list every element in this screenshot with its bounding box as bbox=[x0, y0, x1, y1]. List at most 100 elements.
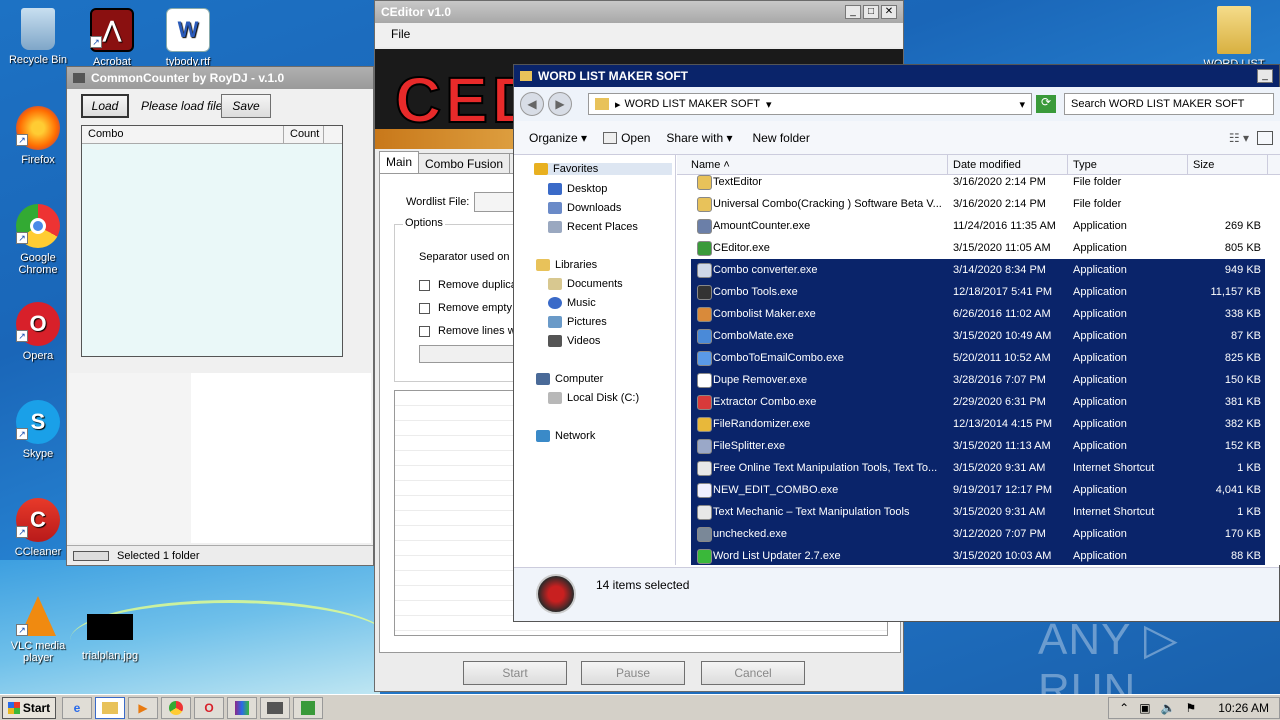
column-size[interactable]: Size bbox=[1193, 159, 1214, 171]
file-row[interactable]: Extractor Combo.exe 2/29/2020 6:31 PM Appl… bbox=[691, 391, 1265, 413]
file-row[interactable]: Free Online Text Manipulation Tools, Tex… bbox=[691, 457, 1265, 479]
tab-main[interactable]: Main bbox=[379, 151, 420, 175]
file-row[interactable]: AmountCounter.exe 11/24/2016 11:35 AM Appl… bbox=[677, 215, 1280, 237]
desktop-icon-word-list[interactable]: WORD LIST bbox=[1196, 6, 1272, 70]
file-row[interactable]: Text Mechanic – Text Manipulation Tools 3… bbox=[691, 501, 1265, 523]
desktop-icon-acrobat[interactable]: ⋀ ↗ Acrobat bbox=[74, 8, 150, 68]
pause-button[interactable]: Pause bbox=[581, 661, 685, 685]
address-history-icon[interactable]: ▾ bbox=[1019, 98, 1025, 111]
remove-lines-checkbox[interactable]: Remove lines w bbox=[419, 325, 516, 337]
cancel-button[interactable]: Cancel bbox=[701, 661, 805, 685]
nav-network[interactable]: Network bbox=[536, 430, 595, 442]
column-type[interactable]: Type bbox=[1073, 159, 1097, 171]
volume-icon[interactable]: 🔈 bbox=[1161, 701, 1176, 715]
desktop-icon-firefox[interactable]: ↗ Firefox bbox=[0, 106, 76, 166]
commoncounter-titlebar[interactable]: CommonCounter by RoyDJ - v.1.0 bbox=[67, 67, 373, 89]
load-button[interactable]: Load bbox=[81, 94, 129, 118]
desktop-icon-skype[interactable]: S ↗ Skype bbox=[0, 400, 76, 460]
file-row[interactable]: FileSplitter.exe 3/15/2020 11:13 AM Applic… bbox=[691, 435, 1265, 457]
desktop-icon-recycle-bin[interactable]: Recycle Bin bbox=[0, 8, 76, 66]
save-button[interactable]: Save bbox=[221, 94, 271, 118]
network-tray-icon[interactable]: ▣ bbox=[1139, 701, 1150, 715]
column-date[interactable]: Date modified bbox=[953, 159, 1021, 171]
taskbar-winrar-icon[interactable] bbox=[227, 696, 257, 719]
taskbar-explorer-icon[interactable] bbox=[95, 696, 125, 719]
file-row[interactable]: Combolist Maker.exe 6/26/2016 11:02 AM App… bbox=[691, 303, 1265, 325]
refresh-icon[interactable]: ⟳ bbox=[1036, 95, 1056, 113]
file-row[interactable]: Dupe Remover.exe 3/28/2016 7:07 PM Applica… bbox=[691, 369, 1265, 391]
file-row[interactable]: NEW_EDIT_COMBO.exe 9/19/2017 12:17 PM Appl… bbox=[691, 479, 1265, 501]
remove-empty-checkbox[interactable]: Remove empty bbox=[419, 302, 512, 314]
taskbar-commoncounter-icon[interactable] bbox=[260, 696, 290, 719]
new-folder-button[interactable]: New folder bbox=[752, 131, 809, 145]
nav-recent-places[interactable]: Recent Places bbox=[548, 221, 638, 233]
nav-documents[interactable]: Documents bbox=[548, 278, 623, 290]
search-input[interactable]: Search WORD LIST MAKER SOFT bbox=[1064, 93, 1274, 115]
file-row[interactable]: ComboToEmailCombo.exe 5/20/2011 10:52 AM A… bbox=[691, 347, 1265, 369]
start-button[interactable]: Start bbox=[463, 661, 567, 685]
desktop-icon-opera[interactable]: O ↗ Opera bbox=[0, 302, 76, 362]
file-row[interactable]: unchecked.exe 3/12/2020 7:07 PM Applicatio… bbox=[691, 523, 1265, 545]
back-button[interactable]: ◀ bbox=[520, 92, 544, 116]
column-count[interactable]: Count bbox=[284, 126, 324, 143]
file-row[interactable]: Combo converter.exe 3/14/2020 8:34 PM Appl… bbox=[691, 259, 1265, 281]
nav-pictures[interactable]: Pictures bbox=[548, 316, 607, 328]
taskbar-ie-icon[interactable]: e bbox=[62, 696, 92, 719]
desktop-icon-chrome[interactable]: ↗ Google Chrome bbox=[0, 204, 76, 276]
desktop-icon-vlc[interactable]: ↗ VLC media player bbox=[0, 596, 76, 664]
remove-duplicates-checkbox[interactable]: Remove duplica bbox=[419, 279, 517, 291]
view-options-icon[interactable]: ☷ ▾ bbox=[1229, 131, 1249, 145]
desktop-icon-tybody[interactable]: W tybody.rtf bbox=[150, 8, 226, 68]
file-date: 3/16/2020 2:14 PM bbox=[953, 198, 1046, 210]
file-row[interactable]: Universal Combo(Cracking ) Software Beta… bbox=[677, 193, 1280, 215]
ceditor-titlebar[interactable]: CEditor v1.0 _ □ ✕ bbox=[375, 1, 903, 23]
file-type: Application bbox=[1073, 330, 1127, 342]
tray-expand-icon[interactable]: ⌃ bbox=[1119, 701, 1129, 715]
tab-combo-fusion[interactable]: Combo Fusion bbox=[419, 153, 511, 175]
flag-icon[interactable]: ⚑ bbox=[1186, 701, 1197, 715]
file-size: 87 KB bbox=[1231, 330, 1261, 342]
file-row[interactable]: CEditor.exe 3/15/2020 11:05 AM Application… bbox=[677, 237, 1280, 259]
minimize-button[interactable]: _ bbox=[1257, 69, 1273, 83]
file-type: Application bbox=[1073, 550, 1127, 562]
maximize-button[interactable]: □ bbox=[863, 5, 879, 19]
nav-desktop[interactable]: Desktop bbox=[548, 183, 607, 195]
desktop-icon-ccleaner[interactable]: C ↗ CCleaner bbox=[0, 498, 76, 558]
minimize-button[interactable]: _ bbox=[845, 5, 861, 19]
nav-libraries[interactable]: Libraries bbox=[536, 259, 597, 271]
preview-pane-icon[interactable] bbox=[1257, 130, 1273, 145]
taskbar-media-player-icon[interactable]: ▶ bbox=[128, 696, 158, 719]
forward-button[interactable]: ▶ bbox=[548, 92, 572, 116]
menu-file[interactable]: File bbox=[391, 27, 410, 41]
nav-downloads[interactable]: Downloads bbox=[548, 202, 621, 214]
open-button[interactable]: Open bbox=[603, 131, 650, 145]
explorer-titlebar[interactable]: WORD LIST MAKER SOFT _ bbox=[514, 65, 1279, 87]
taskbar-chrome-icon[interactable] bbox=[161, 696, 191, 719]
share-with-menu[interactable]: Share with ▾ bbox=[666, 131, 732, 145]
nav-music[interactable]: Music bbox=[548, 297, 596, 309]
nav-local-disk[interactable]: Local Disk (C:) bbox=[548, 392, 639, 404]
file-row[interactable]: Word List Updater 2.7.exe 3/15/2020 10:03… bbox=[691, 545, 1265, 565]
nav-videos[interactable]: Videos bbox=[548, 335, 600, 347]
start-button[interactable]: Start bbox=[2, 696, 56, 719]
options-progress-field[interactable] bbox=[419, 345, 519, 363]
column-combo[interactable]: Combo bbox=[82, 126, 284, 143]
desktop-icon-trialplan[interactable]: trialplan.jpg bbox=[72, 606, 148, 662]
organize-menu[interactable]: Organize ▾ bbox=[529, 131, 587, 145]
column-name[interactable]: Name ˄ bbox=[691, 159, 730, 171]
taskbar-ceditor-icon[interactable] bbox=[293, 696, 323, 719]
file-row[interactable]: ComboMate.exe 3/15/2020 10:49 AM Applicati… bbox=[691, 325, 1265, 347]
clock[interactable]: 10:26 AM bbox=[1218, 701, 1269, 715]
address-field[interactable]: ▸ WORD LIST MAKER SOFT ▾ ▾ bbox=[588, 93, 1032, 115]
nav-favorites[interactable]: Favorites bbox=[534, 163, 672, 175]
file-row[interactable]: TextEditor 3/16/2020 2:14 PM File folder bbox=[677, 171, 1280, 193]
taskbar-opera-icon[interactable]: O bbox=[194, 696, 224, 719]
nav-computer[interactable]: Computer bbox=[536, 373, 603, 385]
file-list: Name ˄ Date modified Type Size TextEdito… bbox=[677, 155, 1280, 565]
close-button[interactable]: ✕ bbox=[881, 5, 897, 19]
address-dropdown-icon[interactable]: ▾ bbox=[766, 98, 772, 111]
file-row[interactable]: Combo Tools.exe 12/18/2017 5:41 PM Applica… bbox=[691, 281, 1265, 303]
commoncounter-lower-pane bbox=[69, 373, 371, 543]
file-row[interactable]: FileRandomizer.exe 12/13/2014 4:15 PM Appl… bbox=[691, 413, 1265, 435]
file-date: 3/15/2020 11:05 AM bbox=[953, 242, 1051, 254]
